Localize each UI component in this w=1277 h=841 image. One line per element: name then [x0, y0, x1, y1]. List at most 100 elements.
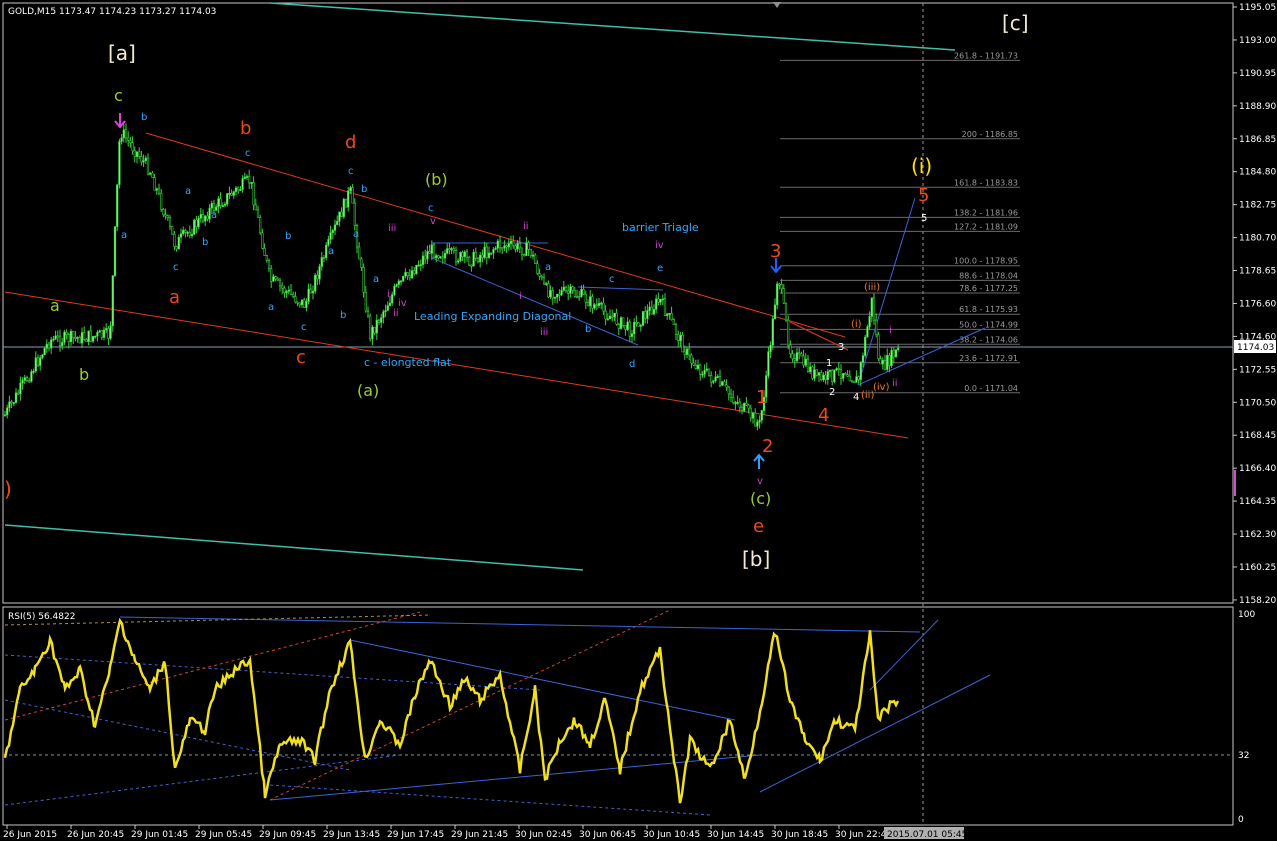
candle-body: [591, 296, 594, 309]
candle-body: [23, 377, 26, 381]
candle-body: [340, 211, 343, 217]
candle-body: [604, 310, 607, 320]
candle-body: [338, 211, 341, 222]
candle-body: [270, 268, 273, 282]
candle-body: [842, 373, 845, 379]
candle-body: [261, 232, 264, 249]
candle-body: [267, 260, 271, 270]
small-wave-labels: b a c a b c a b a c a b c b a a c v iii …: [121, 112, 927, 487]
fib-level-label: 50.0 - 1174.99: [959, 320, 1018, 329]
fib-level-label: 0.0 - 1171.04: [964, 384, 1018, 393]
small-label: v: [430, 216, 436, 227]
small-label: ii: [523, 221, 529, 232]
candle-body: [657, 298, 660, 303]
candle-body: [787, 319, 790, 346]
candle-body: [190, 233, 194, 236]
candle-body: [888, 355, 891, 366]
candle-body: [751, 412, 755, 419]
candle-body: [91, 336, 95, 342]
small-label: a: [268, 302, 274, 313]
candle-body: [685, 348, 689, 355]
candle-body: [745, 402, 748, 406]
candle-body: [322, 257, 326, 259]
candle-body: [384, 310, 387, 313]
candle-body: [663, 298, 667, 316]
fib-level-label: 161.8 - 1183.83: [954, 178, 1018, 187]
candle-body: [879, 358, 882, 365]
candle-body: [120, 137, 123, 142]
candle-body: [285, 291, 288, 293]
candle-body: [3, 414, 7, 417]
scroll-marker-icon[interactable]: [773, 2, 781, 8]
candle-body: [45, 343, 48, 349]
price-tick-label: 1158.20: [1239, 596, 1276, 606]
small-label: (iv): [873, 382, 890, 393]
small-label: a: [373, 274, 379, 285]
candle-body: [837, 368, 840, 370]
candle-body: [399, 280, 403, 283]
candle-body: [160, 192, 163, 210]
candle-body: [712, 380, 715, 383]
rsi-level-0: 0: [1238, 815, 1244, 825]
candle-body: [300, 299, 304, 306]
candle-body: [424, 255, 427, 260]
candle-body: [809, 366, 812, 373]
fib-level-label: 100.0 - 1178.95: [954, 257, 1018, 266]
candle-body: [575, 296, 579, 298]
candle-body: [360, 258, 363, 268]
time-tick-label: 29 Jun 21:45: [451, 830, 508, 840]
small-label: 3: [838, 342, 844, 353]
candle-body: [226, 193, 229, 205]
candle-body: [164, 214, 167, 217]
candle-body: [325, 244, 328, 259]
candle-body: [545, 283, 548, 286]
candle-body: [494, 247, 497, 250]
candle-body: [69, 331, 73, 343]
candle-body: [17, 392, 20, 395]
price-tick-label: 1170.50: [1239, 398, 1276, 408]
candle-body: [289, 289, 293, 295]
candle-body: [472, 251, 475, 267]
candle-body: [39, 357, 42, 366]
price-tick-label: 1176.60: [1239, 299, 1276, 309]
candle-body: [63, 331, 66, 343]
candle-body: [52, 338, 55, 341]
candle-body: [457, 260, 460, 263]
candle-body: [65, 331, 68, 335]
price-tick-label: 1186.85: [1239, 135, 1276, 145]
candle-body: [714, 376, 717, 382]
candle-body: [391, 294, 394, 304]
candle-body: [426, 251, 429, 260]
main-chart-frame: [2, 2, 1234, 604]
rsi-dash-line-3: [4, 754, 401, 806]
candle-body: [8, 401, 11, 409]
candle-body: [595, 304, 598, 307]
candle-body: [586, 302, 590, 307]
candle-body: [19, 382, 22, 395]
candle-body: [881, 360, 884, 365]
candle-body: [96, 331, 99, 337]
small-label: 1: [826, 358, 832, 369]
candle-body: [344, 198, 348, 208]
time-tick-label: 29 Jun 13:45: [323, 830, 380, 840]
candle-body: [406, 272, 409, 277]
candle-body: [102, 329, 106, 338]
rsi-line: [3, 617, 900, 804]
trend-lines: [4, 2, 986, 571]
candle-body: [85, 339, 88, 342]
candle-body: [237, 187, 240, 191]
candle-body: [241, 178, 244, 190]
chart-window[interactable]: 261.8 - 1191.73 200 - 1186.85 161.8 - 1183…: [0, 0, 1277, 841]
candle-body: [259, 217, 262, 234]
candle-body: [318, 266, 321, 280]
candle-body: [12, 402, 15, 405]
candle-body: [569, 286, 572, 294]
candle-body: [100, 330, 103, 338]
candle-body: [648, 306, 651, 311]
candle-body: [831, 369, 834, 382]
candle-body: [626, 321, 629, 330]
candle-body: [149, 172, 152, 175]
candle-body: [234, 187, 238, 192]
candle-body: [776, 283, 779, 306]
candle-body: [628, 321, 631, 337]
